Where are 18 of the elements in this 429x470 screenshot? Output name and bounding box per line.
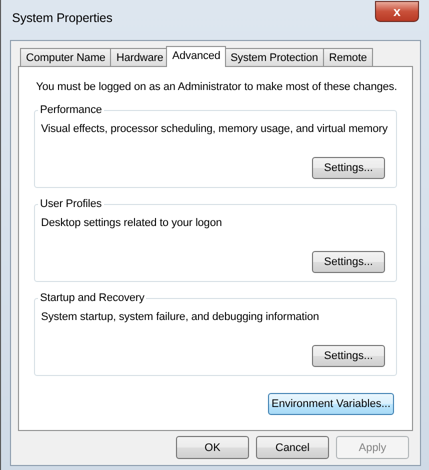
environment-variables-button[interactable]: Environment Variables... [268, 392, 394, 414]
notice-text: You must be logged on as an Administrator to make most of these changes. [36, 80, 397, 95]
close-button[interactable]: x [375, 1, 419, 22]
group-label: Startup and Recovery [38, 290, 146, 304]
tab[interactable]: System Protection [224, 48, 324, 66]
settings-button[interactable]: Settings... [312, 156, 385, 178]
tab[interactable]: Advanced [166, 46, 226, 67]
settings-button[interactable]: Settings... [312, 344, 385, 366]
group-description: System startup, system failure, and debugging information [41, 310, 320, 324]
group-label: User Profiles [38, 196, 104, 210]
group-description: Desktop settings related to your logon [41, 216, 223, 230]
window-title: System Properties [12, 10, 112, 27]
tab[interactable]: Computer Name [20, 48, 112, 66]
settings-button[interactable]: Settings... [312, 250, 385, 272]
group-label: Performance [38, 102, 104, 116]
dialog-button[interactable]: OK [176, 436, 249, 459]
tab[interactable]: Remote [323, 48, 373, 66]
dialog-button[interactable]: Cancel [256, 436, 329, 459]
